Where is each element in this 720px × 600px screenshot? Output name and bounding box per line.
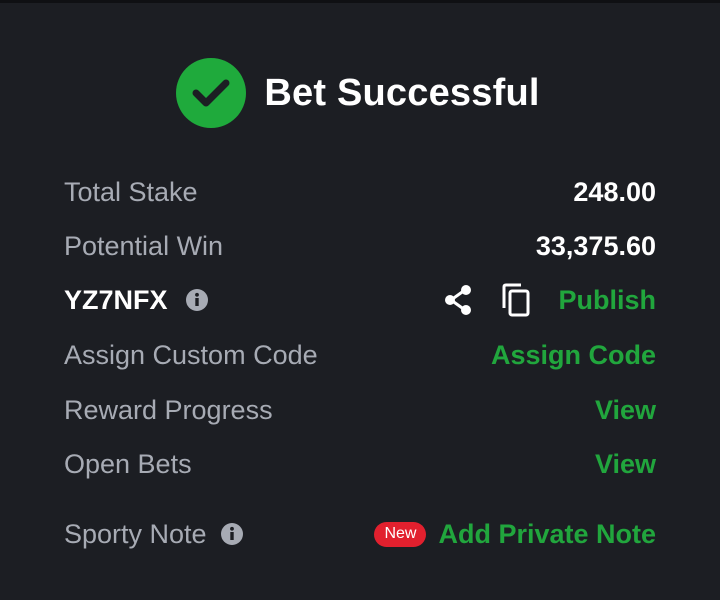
- sporty-note-label: Sporty Note: [64, 518, 207, 549]
- info-icon[interactable]: [185, 288, 209, 312]
- potential-win-value: 33,375.60: [535, 230, 656, 261]
- open-bets-label: Open Bets: [64, 448, 192, 479]
- potential-win-label: Potential Win: [64, 230, 224, 261]
- booking-code: YZ7NFX: [64, 284, 168, 315]
- booking-actions: Publish: [443, 283, 656, 317]
- open-bets-view-link[interactable]: View: [595, 449, 656, 480]
- info-icon[interactable]: [220, 522, 244, 546]
- custom-code-label: Assign Custom Code: [64, 339, 318, 370]
- add-private-note-button[interactable]: Add Private Note: [438, 519, 656, 550]
- page-title: Bet Successful: [264, 71, 540, 114]
- reward-progress-label: Reward Progress: [64, 394, 273, 425]
- sporty-note-actions: New Add Private Note: [374, 519, 656, 550]
- total-stake-value: 248.00: [573, 176, 656, 207]
- booking-code-group: YZ7NFX: [64, 285, 209, 316]
- open-bets-row: Open Bets View: [64, 444, 656, 484]
- publish-button[interactable]: Publish: [558, 285, 656, 316]
- new-badge: New: [374, 521, 427, 547]
- sporty-note-row: Sporty Note New Add Private Note: [64, 514, 656, 554]
- potential-win-row: Potential Win 33,375.60: [64, 226, 656, 266]
- bet-success-panel: Bet Successful Total Stake 248.00 Potent…: [0, 3, 720, 600]
- booking-code-row: YZ7NFX Publish: [64, 280, 656, 320]
- copy-icon[interactable]: [501, 283, 531, 317]
- reward-progress-row: Reward Progress View: [64, 390, 656, 430]
- total-stake-label: Total Stake: [64, 176, 198, 207]
- check-circle-icon: [176, 58, 247, 128]
- bet-success-header: Bet Successful: [0, 57, 720, 129]
- share-icon[interactable]: [443, 284, 473, 316]
- custom-code-row: Assign Custom Code Assign Code: [64, 335, 656, 375]
- assign-code-button[interactable]: Assign Code: [491, 340, 656, 371]
- sporty-note-group: Sporty Note: [64, 519, 244, 550]
- total-stake-row: Total Stake 248.00: [64, 172, 656, 212]
- reward-progress-view-link[interactable]: View: [595, 395, 656, 426]
